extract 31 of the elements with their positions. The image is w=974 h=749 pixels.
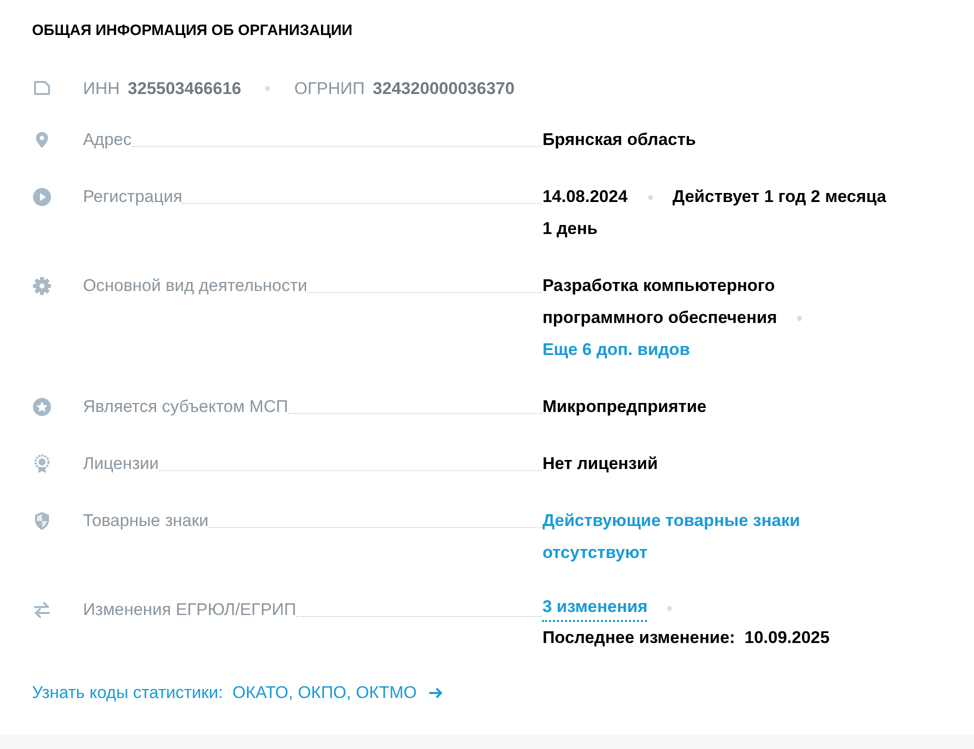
play-icon — [32, 187, 52, 207]
value-text: 1 день — [542, 218, 598, 240]
field-label: Товарные знаки — [82, 510, 209, 532]
id-label: ИНН — [83, 78, 120, 100]
value-text: Микропредприятие — [542, 396, 706, 418]
value-link[interactable]: Еще 6 доп. видов — [542, 334, 690, 366]
statistics-codes-link[interactable]: Узнать коды статистики: ОКАТО, ОКПО, ОКТМО — [32, 680, 417, 706]
value-text: Нет лицензий — [542, 453, 658, 475]
value-text: программного обеспечения — [542, 307, 777, 329]
field-label: Адрес — [82, 129, 132, 151]
swap-arrows-icon — [32, 600, 52, 620]
award-icon — [32, 454, 52, 474]
value-link[interactable]: 3 изменения — [542, 594, 648, 622]
value-text: Разработка компьютерного — [542, 275, 775, 297]
arrow-right-icon — [428, 686, 443, 699]
field-label: Основной вид деятельности — [82, 275, 308, 297]
field-label: Регистрация — [82, 186, 182, 208]
value-link[interactable]: Действующие товарные знаки отсутствуют — [542, 505, 842, 569]
value-text: 14.08.2024 — [542, 186, 628, 208]
field-label: Лицензии — [82, 453, 159, 475]
field-label: Является субъектом МСП — [82, 396, 288, 418]
section-title: ОБЩАЯ ИНФОРМАЦИЯ ОБ ОРГАНИЗАЦИИ — [32, 21, 354, 41]
field-label: Изменения ЕГРЮЛ/ЕГРИП — [82, 599, 296, 621]
id-value: 324320000036370 — [372, 78, 515, 100]
value-text: Действует 1 год 2 месяца — [672, 186, 886, 208]
shield-icon — [32, 511, 52, 531]
id-label: ОГРНИП — [294, 78, 365, 100]
value-text: Брянская область — [542, 129, 696, 151]
value-text: Последнее изменение: 10.09.2025 — [542, 627, 830, 649]
id-value: 325503466616 — [128, 78, 242, 100]
settings-icon — [32, 276, 52, 296]
